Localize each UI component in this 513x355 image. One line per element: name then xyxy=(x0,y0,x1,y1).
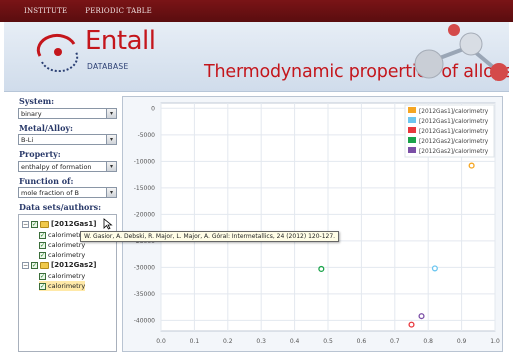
legend-label: [2012Gas2]/calorimetry xyxy=(419,149,489,155)
legend-label: [2012Gas1]/calorimetry xyxy=(419,129,489,135)
legend-swatch xyxy=(408,117,416,123)
checkbox-icon[interactable]: ✓ xyxy=(39,251,46,259)
folder-icon xyxy=(40,220,49,228)
tooltip: W. Gasior, A. Debski, R. Major, L. Major… xyxy=(80,231,340,242)
chevron-down-icon[interactable]: ▾ xyxy=(106,109,116,118)
chevron-down-icon[interactable]: ▾ xyxy=(106,162,116,171)
system-label: System: xyxy=(19,96,55,106)
metal-value: B-Li xyxy=(21,136,34,144)
entall-logo-icon xyxy=(36,33,79,72)
checkbox-icon[interactable]: ✓ xyxy=(39,231,46,239)
x-tick-label: 0.2 xyxy=(223,338,233,345)
function-label: Function of: xyxy=(19,176,74,186)
x-tick-label: 0.9 xyxy=(457,338,467,345)
checkbox-icon[interactable]: ✓ xyxy=(39,272,46,280)
checkbox-icon[interactable]: ✓ xyxy=(31,261,38,269)
folder-icon xyxy=(40,261,49,269)
property-label: Property: xyxy=(19,149,61,159)
x-tick-label: 0.3 xyxy=(256,338,266,345)
property-select[interactable]: enthalpy of formation ▾ xyxy=(18,161,117,172)
top-nav: INSTITUTE PERIODIC TABLE xyxy=(0,0,513,22)
nav-institute[interactable]: INSTITUTE xyxy=(24,7,67,15)
y-tick-label: -30000 xyxy=(134,264,155,271)
tree-item-label[interactable]: calorimetry xyxy=(48,251,85,259)
legend-label: [2012Gas1]/calorimetry xyxy=(419,119,489,125)
logo-subtitle: DATABASE xyxy=(87,62,129,71)
x-tick-label: 0.7 xyxy=(390,338,400,345)
legend-swatch xyxy=(408,107,416,113)
chevron-down-icon[interactable]: ▾ xyxy=(106,188,116,197)
chevron-down-icon[interactable]: ▾ xyxy=(106,135,116,144)
x-tick-label: 0.0 xyxy=(156,338,166,345)
tree-item-selected[interactable]: ✓ calorimetry xyxy=(39,281,86,291)
y-tick-label: -10000 xyxy=(134,158,155,165)
tree-group[interactable]: − ✓ [2012Gas2] xyxy=(22,260,96,270)
legend-label: [2012Gas1]/calorimetry xyxy=(419,109,489,115)
tree-item[interactable]: ✓ calorimetry xyxy=(39,271,85,281)
y-tick-label: -35000 xyxy=(134,291,155,298)
datasets-label: Data sets/authors: xyxy=(19,202,102,212)
tree-item[interactable]: ✓ calorimetry xyxy=(39,230,85,240)
tree-group-label[interactable]: [2012Gas2] xyxy=(51,261,96,269)
y-tick-label: -40000 xyxy=(134,317,155,324)
x-tick-label: 0.5 xyxy=(323,338,333,345)
legend-swatch xyxy=(408,137,416,143)
legend-label: [2012Gas2]/calorimetry xyxy=(419,139,489,145)
data-point xyxy=(408,321,415,328)
function-value: mole fraction of B xyxy=(21,189,80,197)
function-select[interactable]: mole fraction of B ▾ xyxy=(18,187,117,198)
legend-swatch xyxy=(408,147,416,153)
enthalpy-chart: 0.0 0.1 0.2 0.3 0.4 0.5 0.6 0.7 0.8 0.9 1.0 0 -5000 -… xyxy=(134,102,500,345)
metal-select[interactable]: B-Li ▾ xyxy=(18,134,117,145)
checkbox-icon[interactable]: ✓ xyxy=(39,241,46,249)
property-value: enthalpy of formation xyxy=(21,163,92,171)
logo-text[interactable]: Entall xyxy=(85,26,156,56)
x-tick-label: 0.8 xyxy=(423,338,433,345)
y-tick-label: -20000 xyxy=(134,211,155,218)
tree-item-label[interactable]: calorimetry xyxy=(48,272,85,280)
data-point xyxy=(431,265,438,272)
tree-group-label[interactable]: [2012Gas1] xyxy=(51,220,96,228)
x-tick-label: 0.1 xyxy=(190,338,200,345)
molecule-decoration-icon xyxy=(414,24,508,81)
tree-item-label[interactable]: calorimetry xyxy=(48,241,85,249)
chart-panel: 0.0 0.1 0.2 0.3 0.4 0.5 0.6 0.7 0.8 0.9 1.0 0 -5000 -… xyxy=(122,96,503,352)
data-point xyxy=(468,162,475,169)
y-tick-label: -5000 xyxy=(138,132,156,139)
data-point xyxy=(318,265,325,273)
collapse-icon[interactable]: − xyxy=(22,261,29,269)
tree-item[interactable]: ✓ calorimetry xyxy=(39,240,85,250)
data-point xyxy=(418,313,425,320)
x-tick-label: 1.0 xyxy=(490,338,500,345)
tree-item[interactable]: ✓ calorimetry xyxy=(39,250,85,260)
tree-item-label[interactable]: calorimetry xyxy=(48,282,85,290)
header-banner: Entall DATABASE Thermodynamic properties… xyxy=(4,22,509,92)
collapse-icon[interactable]: − xyxy=(22,220,29,228)
system-value: binary xyxy=(21,110,42,118)
x-tick-label: 0.4 xyxy=(290,338,300,345)
checkbox-icon[interactable]: ✓ xyxy=(39,282,46,290)
metal-label: Metal/Alloy: xyxy=(19,123,74,133)
checkbox-icon[interactable]: ✓ xyxy=(31,220,38,228)
y-tick-label: 0 xyxy=(151,105,155,112)
cursor-icon xyxy=(103,218,113,230)
nav-periodic-table[interactable]: PERIODIC TABLE xyxy=(85,7,152,15)
y-tick-label: -15000 xyxy=(134,185,155,192)
x-tick-label: 0.6 xyxy=(357,338,367,345)
legend-swatch xyxy=(408,127,416,133)
system-select[interactable]: binary ▾ xyxy=(18,108,117,119)
tree-group[interactable]: − ✓ [2012Gas1] xyxy=(22,219,96,229)
